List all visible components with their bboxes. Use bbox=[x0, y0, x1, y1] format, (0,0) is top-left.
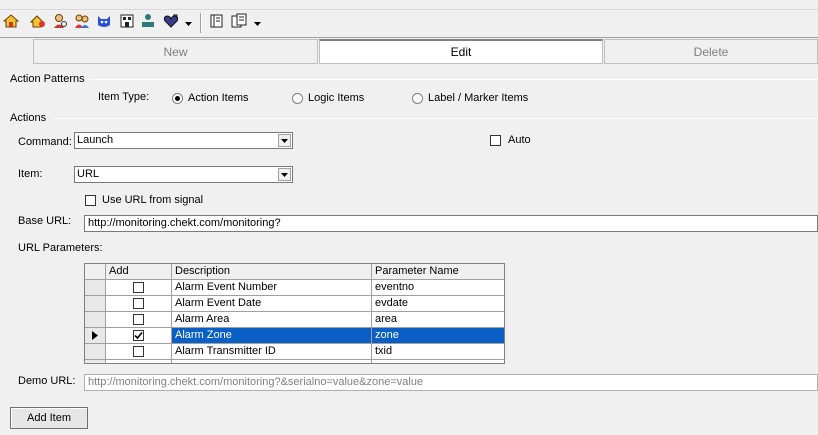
book-icon[interactable] bbox=[208, 12, 226, 30]
radio-logic-items[interactable] bbox=[292, 93, 303, 104]
group-divider bbox=[53, 118, 818, 119]
chevron-down-icon[interactable] bbox=[278, 168, 291, 181]
radio-action-items-label: Action Items bbox=[188, 92, 249, 104]
grid-corner bbox=[85, 264, 106, 280]
ledger-icon[interactable] bbox=[230, 12, 248, 30]
row-header[interactable] bbox=[85, 328, 106, 344]
url-parameters-grid: Add Description Parameter Name Alarm Eve… bbox=[84, 263, 505, 364]
table-row-add-cell[interactable] bbox=[106, 280, 172, 296]
command-select[interactable]: Launch bbox=[74, 132, 293, 149]
user-group-icon[interactable] bbox=[73, 12, 91, 30]
base-url-label: Base URL: bbox=[18, 215, 72, 227]
actions-title: Actions bbox=[10, 112, 47, 124]
chevron-down-icon[interactable] bbox=[254, 22, 261, 27]
column-header-parameter-name[interactable]: Parameter Name bbox=[372, 264, 504, 280]
row-header[interactable] bbox=[85, 344, 106, 360]
base-url-input[interactable]: http://monitoring.chekt.com/monitoring? bbox=[84, 215, 818, 232]
checkmark-icon bbox=[134, 331, 143, 340]
table-row-add-cell[interactable] bbox=[106, 296, 172, 312]
radio-logic-items-label: Logic Items bbox=[308, 92, 365, 104]
group-divider bbox=[90, 79, 818, 80]
chevron-down-icon[interactable] bbox=[185, 22, 192, 27]
row-header[interactable] bbox=[85, 296, 106, 312]
table-row-param bbox=[372, 360, 504, 363]
building-icon[interactable] bbox=[118, 12, 136, 30]
add-checkbox[interactable] bbox=[133, 298, 144, 309]
column-header-description[interactable]: Description bbox=[172, 264, 372, 280]
row-header[interactable] bbox=[85, 280, 106, 296]
column-header-add[interactable]: Add bbox=[106, 264, 172, 280]
use-url-from-signal-checkbox[interactable] bbox=[85, 195, 96, 206]
table-row-description bbox=[172, 360, 372, 363]
tab-delete[interactable]: Delete bbox=[604, 39, 818, 64]
table-row-description[interactable]: Alarm Event Date bbox=[172, 296, 372, 312]
table-row-param[interactable]: zone bbox=[372, 328, 504, 344]
command-select-value: Launch bbox=[77, 134, 114, 146]
user-search-icon[interactable] bbox=[51, 12, 69, 30]
heart-icon[interactable] bbox=[162, 12, 180, 30]
table-row-description[interactable]: Alarm Area bbox=[172, 312, 372, 328]
item-type-label: Item Type: bbox=[98, 91, 150, 103]
url-parameters-label: URL Parameters: bbox=[18, 242, 103, 254]
item-select[interactable]: URL bbox=[74, 166, 293, 183]
radio-label-marker-items-label: Label / Marker Items bbox=[428, 92, 529, 104]
add-checkbox[interactable] bbox=[133, 330, 144, 341]
table-row-param[interactable]: txid bbox=[372, 344, 504, 360]
table-row-param[interactable]: area bbox=[372, 312, 504, 328]
table-row-description[interactable]: Alarm Zone bbox=[172, 328, 372, 344]
table-row-param[interactable]: eventno bbox=[372, 280, 504, 296]
row-header bbox=[85, 360, 106, 363]
chevron-down-icon[interactable] bbox=[278, 134, 291, 147]
tab-new[interactable]: New bbox=[33, 39, 318, 64]
auto-checkbox[interactable] bbox=[490, 135, 501, 146]
radio-label-marker-items[interactable] bbox=[412, 93, 423, 104]
table-row-add-cell[interactable] bbox=[106, 344, 172, 360]
item-select-value: URL bbox=[77, 168, 100, 180]
cat-face-icon[interactable] bbox=[95, 12, 113, 30]
toolbar-top-divider bbox=[0, 9, 818, 10]
table-row-param[interactable]: evdate bbox=[372, 296, 504, 312]
table-row-description[interactable]: Alarm Event Number bbox=[172, 280, 372, 296]
add-item-button[interactable]: Add Item bbox=[10, 407, 88, 429]
toolbar-separator bbox=[200, 13, 202, 33]
home-icon[interactable] bbox=[2, 12, 20, 30]
command-label: Command: bbox=[18, 136, 72, 148]
add-checkbox[interactable] bbox=[133, 314, 144, 325]
add-checkbox[interactable] bbox=[133, 282, 144, 293]
radio-action-items[interactable] bbox=[172, 93, 183, 104]
home-user-icon[interactable] bbox=[29, 12, 47, 30]
item-label: Item: bbox=[18, 168, 43, 180]
add-checkbox[interactable] bbox=[133, 346, 144, 357]
demo-url-label: Demo URL: bbox=[18, 375, 76, 387]
use-url-from-signal-label: Use URL from signal bbox=[102, 194, 204, 206]
auto-label: Auto bbox=[508, 134, 531, 146]
person-desk-icon[interactable] bbox=[139, 12, 157, 30]
row-header[interactable] bbox=[85, 312, 106, 328]
table-row-add-cell[interactable] bbox=[106, 328, 172, 344]
demo-url-input: http://monitoring.chekt.com/monitoring?&… bbox=[84, 374, 818, 391]
tab-edit[interactable]: Edit bbox=[319, 39, 603, 64]
current-row-arrow-icon bbox=[92, 331, 98, 340]
table-row-add-cell[interactable] bbox=[106, 312, 172, 328]
table-row-description[interactable]: Alarm Transmitter ID bbox=[172, 344, 372, 360]
table-row-add-cell bbox=[106, 360, 172, 363]
action-patterns-title: Action Patterns bbox=[10, 73, 85, 85]
